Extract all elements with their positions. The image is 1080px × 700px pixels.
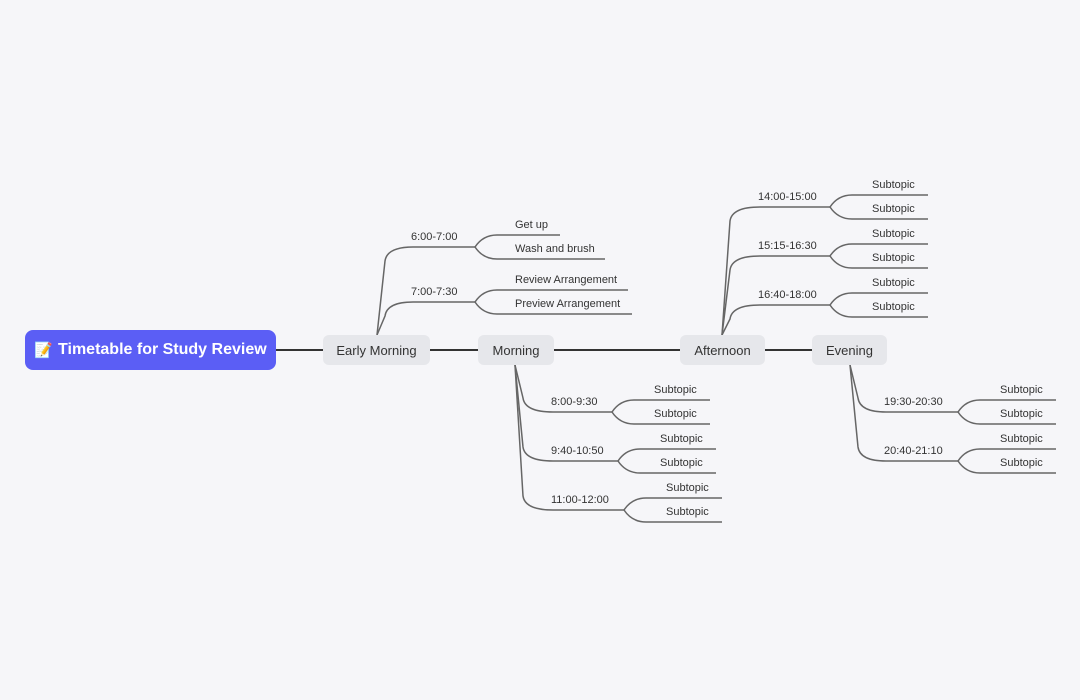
topic-connector [721,206,830,336]
topic-connector [721,304,830,336]
topic-connector [376,301,475,336]
leaf-topic[interactable]: Get up [515,219,548,231]
root-topic[interactable]: 📝 Timetable for Study Review [25,330,276,370]
subtopic-label[interactable]: 16:40-18:00 [758,289,817,301]
root-title: Timetable for Study Review [58,341,267,358]
leaf-topic[interactable]: Subtopic [872,203,915,215]
leaf-topic[interactable]: Subtopic [872,301,915,313]
leaf-topic[interactable]: Subtopic [666,482,709,494]
leaf-topic[interactable]: Wash and brush [515,243,595,255]
leaf-topic[interactable]: Preview Arrangement [515,298,620,310]
subtopic-label[interactable]: 7:00-7:30 [411,286,457,298]
topic-connector [514,364,624,511]
leaf-topic[interactable]: Subtopic [872,252,915,264]
subtopic-label[interactable]: 15:15-16:30 [758,240,817,252]
leaf-topic[interactable]: Subtopic [1000,384,1043,396]
leaf-topic[interactable]: Subtopic [1000,408,1043,420]
leaf-topic[interactable]: Subtopic [872,228,915,240]
subtopic-label[interactable]: 6:00-7:00 [411,231,457,243]
subtopic-label[interactable]: 8:00-9:30 [551,396,597,408]
memo-icon: 📝 [34,342,54,359]
subtopic-label[interactable]: 19:30-20:30 [884,396,943,408]
leaf-topic[interactable]: Subtopic [654,384,697,396]
leaf-topic[interactable]: Review Arrangement [515,274,617,286]
topic-early-morning[interactable]: Early Morning [323,335,430,365]
leaf-topic[interactable]: Subtopic [654,408,697,420]
subtopic-label[interactable]: 9:40-10:50 [551,445,604,457]
leaf-topic[interactable]: Subtopic [1000,457,1043,469]
topic-evening[interactable]: Evening [812,335,887,365]
subtopic-label[interactable]: 14:00-15:00 [758,191,817,203]
topic-afternoon[interactable]: Afternoon [680,335,765,365]
leaf-topic[interactable]: Subtopic [872,277,915,289]
subtopic-label[interactable]: 11:00-12:00 [551,494,609,506]
leaf-topic[interactable]: Subtopic [660,433,703,445]
leaf-topic[interactable]: Subtopic [660,457,703,469]
topic-morning[interactable]: Morning [478,335,554,365]
subtopic-label[interactable]: 20:40-21:10 [884,445,943,457]
leaf-topic[interactable]: Subtopic [666,506,709,518]
leaf-topic[interactable]: Subtopic [872,179,915,191]
leaf-topic[interactable]: Subtopic [1000,433,1043,445]
